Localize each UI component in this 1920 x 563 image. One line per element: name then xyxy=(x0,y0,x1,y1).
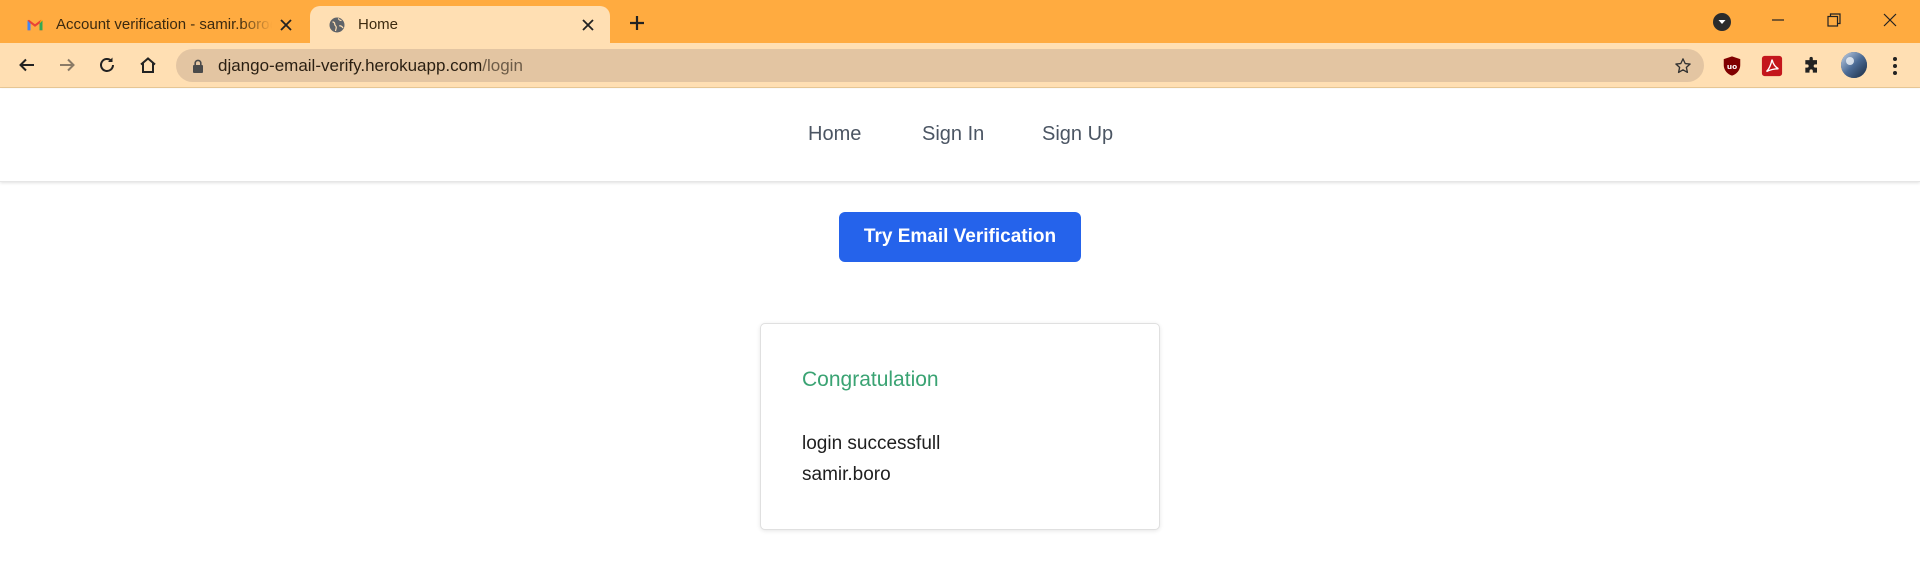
extensions-icon[interactable] xyxy=(1799,53,1825,79)
lock-icon[interactable] xyxy=(190,58,206,74)
tab-search-icon[interactable] xyxy=(1710,10,1734,34)
tab-title: Account verification - samir.boro@gmail.… xyxy=(56,16,272,33)
browser-toolbar: django-email-verify.herokuapp.com/login … xyxy=(0,43,1920,88)
svg-text:uo: uo xyxy=(1727,62,1737,71)
card-message: login successfull xyxy=(802,433,941,454)
nav-link-sign-up[interactable]: Sign Up xyxy=(1042,123,1113,146)
back-icon[interactable] xyxy=(11,49,43,81)
close-icon[interactable] xyxy=(272,11,300,39)
new-tab-button[interactable] xyxy=(622,8,652,38)
tab-strip: Account verification - samir.boro@gmail.… xyxy=(0,0,1920,43)
pdf-icon[interactable] xyxy=(1759,53,1785,79)
profile-avatar[interactable] xyxy=(1839,50,1869,80)
restore-button[interactable] xyxy=(1806,0,1862,40)
site-navbar: Home Sign In Sign Up xyxy=(0,89,1920,182)
address-bar[interactable]: django-email-verify.herokuapp.com/login xyxy=(176,49,1704,82)
success-card: Congratulation login successfull samir.b… xyxy=(760,323,1160,530)
card-username: samir.boro xyxy=(802,464,891,485)
tab-title: Home xyxy=(358,16,399,33)
url-path: /login xyxy=(482,55,523,75)
window-close-button[interactable] xyxy=(1862,0,1918,40)
tab-gmail[interactable]: Account verification - samir.boro@gmail.… xyxy=(8,6,308,43)
menu-icon[interactable] xyxy=(1882,53,1908,79)
forward-icon[interactable] xyxy=(51,49,83,81)
minimize-button[interactable] xyxy=(1750,0,1806,40)
url-text: django-email-verify.herokuapp.com/login xyxy=(218,56,523,76)
nav-link-sign-in[interactable]: Sign In xyxy=(922,123,984,146)
nav-link-home[interactable]: Home xyxy=(808,123,861,146)
globe-icon xyxy=(328,16,346,34)
url-domain: django-email-verify.herokuapp.com xyxy=(218,55,483,75)
tab-home[interactable]: Home xyxy=(310,6,610,43)
gmail-icon xyxy=(26,16,44,34)
ublock-icon[interactable]: uo xyxy=(1719,53,1745,79)
card-title: Congratulation xyxy=(802,368,939,391)
close-icon[interactable] xyxy=(574,11,602,39)
star-icon[interactable] xyxy=(1672,55,1694,77)
home-icon[interactable] xyxy=(132,49,164,81)
try-email-verification-button[interactable]: Try Email Verification xyxy=(839,212,1081,262)
reload-icon[interactable] xyxy=(91,49,123,81)
